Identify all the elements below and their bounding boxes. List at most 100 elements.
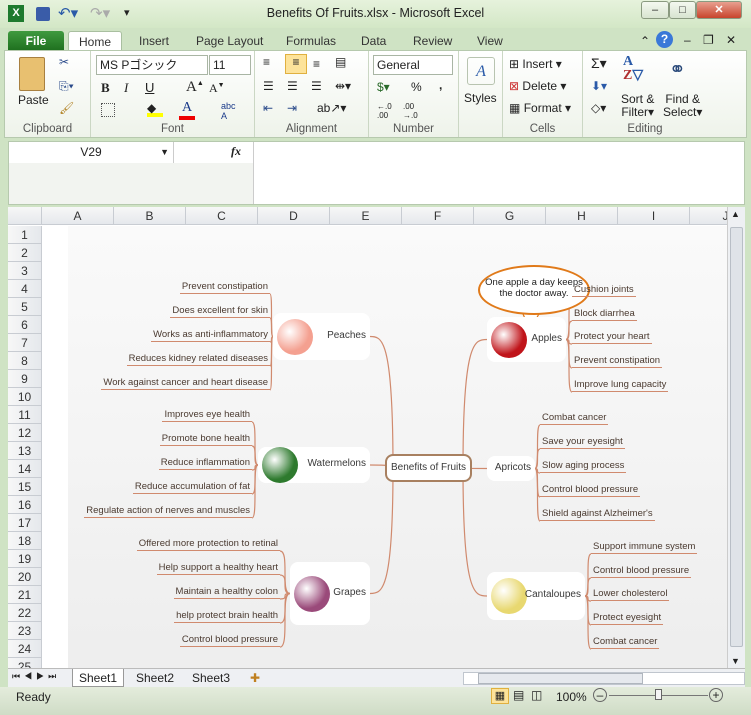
row-header[interactable]: 8 bbox=[8, 352, 42, 370]
insert-function-button[interactable]: fx bbox=[231, 144, 241, 159]
row-header[interactable]: 3 bbox=[8, 262, 42, 280]
horizontal-scrollbar[interactable] bbox=[463, 672, 745, 685]
underline-icon[interactable]: U bbox=[145, 80, 154, 95]
increase-decimal-icon[interactable]: ←.0.00 bbox=[377, 102, 392, 120]
row-header[interactable]: 11 bbox=[8, 406, 42, 424]
subtopic[interactable]: Protect eyesight bbox=[591, 612, 664, 625]
subtopic[interactable]: Help support a healthy heart bbox=[156, 562, 280, 575]
tab-review[interactable]: Review bbox=[403, 31, 462, 51]
column-header[interactable]: I bbox=[618, 207, 690, 225]
sheet-tab-sheet2[interactable]: Sheet2 bbox=[130, 669, 180, 687]
column-header[interactable]: A bbox=[42, 207, 114, 225]
subtopic[interactable]: Prevent constipation bbox=[179, 281, 270, 294]
branch-topic-peaches[interactable]: Peaches bbox=[273, 313, 370, 360]
styles-button[interactable]: Styles bbox=[464, 91, 497, 105]
close-button[interactable]: ✕ bbox=[696, 1, 742, 19]
accounting-format-icon[interactable]: $▾ bbox=[377, 80, 390, 94]
worksheet[interactable]: ABCDEFGHIJ 1 2 3 4 5 6 7 8 9 10 11 12 13 14 15 16 17 18 19… bbox=[8, 207, 727, 668]
subtopic[interactable]: Does excellent for skin bbox=[170, 305, 270, 318]
column-header[interactable]: F bbox=[402, 207, 474, 225]
subtopic[interactable]: Slow aging process bbox=[540, 460, 627, 473]
subtopic[interactable]: Control blood pressure bbox=[540, 484, 641, 497]
page-break-view-icon[interactable]: ◫ bbox=[531, 688, 542, 702]
subtopic[interactable]: Save your eyesight bbox=[540, 436, 625, 449]
phonetic-icon[interactable]: abc A bbox=[221, 101, 236, 121]
row-header[interactable]: 15 bbox=[8, 478, 42, 496]
row-header[interactable]: 22 bbox=[8, 604, 42, 622]
row-header[interactable]: 17 bbox=[8, 514, 42, 532]
increase-indent-icon[interactable]: ⇥ bbox=[287, 101, 297, 115]
subtopic[interactable]: Combat cancer bbox=[540, 412, 609, 425]
branch-topic-cantaloupes[interactable]: Cantaloupes bbox=[487, 572, 585, 620]
formula-input[interactable] bbox=[253, 142, 744, 204]
merge-center-icon[interactable]: ⇹▾ bbox=[335, 79, 351, 93]
subtopic[interactable]: Cushion joints bbox=[572, 284, 636, 297]
row-header[interactable]: 13 bbox=[8, 442, 42, 460]
sheet-tab-sheet1[interactable]: Sheet1 bbox=[72, 669, 125, 687]
tab-data[interactable]: Data bbox=[351, 31, 396, 51]
subtopic[interactable]: Block diarrhea bbox=[572, 308, 637, 321]
column-header[interactable]: J bbox=[690, 207, 727, 225]
column-header[interactable]: D bbox=[258, 207, 330, 225]
workbook-minimize-icon[interactable]: – bbox=[684, 33, 691, 47]
styles-icon[interactable]: A bbox=[467, 57, 495, 85]
fill-icon[interactable]: ⬇▾ bbox=[591, 79, 607, 93]
borders-icon[interactable] bbox=[101, 103, 115, 117]
font-size-combo[interactable]: 11 bbox=[209, 55, 251, 75]
subtopic[interactable]: Reduces kidney related diseases bbox=[126, 353, 270, 366]
tab-page-layout[interactable]: Page Layout bbox=[186, 31, 273, 51]
row-header[interactable]: 2 bbox=[8, 244, 42, 262]
row-header[interactable]: 1 bbox=[8, 226, 42, 244]
subtopic[interactable]: Maintain a healthy colon bbox=[173, 586, 280, 599]
page-layout-view-icon[interactable]: ▤ bbox=[513, 688, 524, 702]
subtopic[interactable]: help protect brain health bbox=[174, 610, 280, 623]
decrease-decimal-icon[interactable]: .00 →.0 bbox=[403, 102, 418, 120]
bold-icon[interactable]: B bbox=[101, 80, 110, 96]
tab-file[interactable]: File bbox=[8, 31, 64, 51]
subtopic[interactable]: Control blood pressure bbox=[179, 634, 280, 647]
row-header[interactable]: 9 bbox=[8, 370, 42, 388]
row-header[interactable]: 10 bbox=[8, 388, 42, 406]
shrink-font-icon[interactable]: A▼ bbox=[209, 81, 225, 96]
row-header[interactable]: 23 bbox=[8, 622, 42, 640]
grow-font-icon[interactable]: A▲ bbox=[186, 79, 204, 96]
align-left-icon[interactable]: ☰ bbox=[263, 79, 274, 93]
sort-filter-button[interactable]: Sort & Filter▾ bbox=[621, 93, 654, 119]
subtopic[interactable]: Work against cancer and heart disease bbox=[101, 377, 270, 390]
bottom-align-icon[interactable]: ≡ bbox=[313, 57, 320, 71]
sheet-nav-icons[interactable]: ⏮◀▶⏭ bbox=[12, 671, 60, 682]
middle-align-icon[interactable]: ≡ bbox=[285, 54, 307, 74]
column-header[interactable]: C bbox=[186, 207, 258, 225]
insert-sheet-icon[interactable]: ✚ bbox=[244, 669, 266, 687]
insert-cells-button[interactable]: ⊞ Insert ▾ bbox=[509, 57, 562, 71]
italic-icon[interactable]: I bbox=[124, 80, 128, 96]
subtopic[interactable]: Improve lung capacity bbox=[572, 379, 669, 392]
format-cells-button[interactable]: ▦ Format ▾ bbox=[509, 101, 571, 115]
row-header[interactable]: 7 bbox=[8, 334, 42, 352]
row-header[interactable]: 12 bbox=[8, 424, 42, 442]
maximize-button[interactable]: □ bbox=[669, 1, 696, 19]
row-header[interactable]: 14 bbox=[8, 460, 42, 478]
minimize-ribbon-icon[interactable]: ⌃ bbox=[640, 34, 650, 48]
row-header[interactable]: 24 bbox=[8, 640, 42, 658]
workbook-restore-icon[interactable]: ❐ bbox=[703, 33, 714, 47]
subtopic[interactable]: Support immune system bbox=[591, 541, 698, 554]
cut-icon[interactable]: ✂ bbox=[59, 55, 69, 69]
zoom-out-button[interactable]: – bbox=[593, 688, 607, 702]
decrease-indent-icon[interactable]: ⇤ bbox=[263, 101, 273, 115]
subtopic[interactable]: Improves eye health bbox=[162, 409, 252, 422]
name-box[interactable]: V29 ▼ bbox=[9, 142, 174, 163]
zoom-slider-thumb[interactable] bbox=[654, 689, 662, 700]
font-color-icon[interactable]: A bbox=[179, 100, 195, 120]
format-painter-icon[interactable]: 🖌 bbox=[59, 101, 74, 115]
branch-topic-apricots[interactable]: Apricots bbox=[487, 456, 535, 481]
font-name-combo[interactable]: MS Pゴシック bbox=[96, 55, 208, 75]
central-topic[interactable]: Benefits of Fruits bbox=[385, 454, 472, 482]
tab-insert[interactable]: Insert bbox=[129, 31, 179, 51]
subtopic[interactable]: Reduce accumulation of fat bbox=[132, 481, 252, 494]
tab-home[interactable]: Home bbox=[68, 31, 123, 51]
row-header[interactable]: 16 bbox=[8, 496, 42, 514]
column-header[interactable]: H bbox=[546, 207, 618, 225]
zoom-in-button[interactable]: + bbox=[709, 688, 723, 702]
scroll-down-icon[interactable]: ▼ bbox=[731, 656, 740, 666]
